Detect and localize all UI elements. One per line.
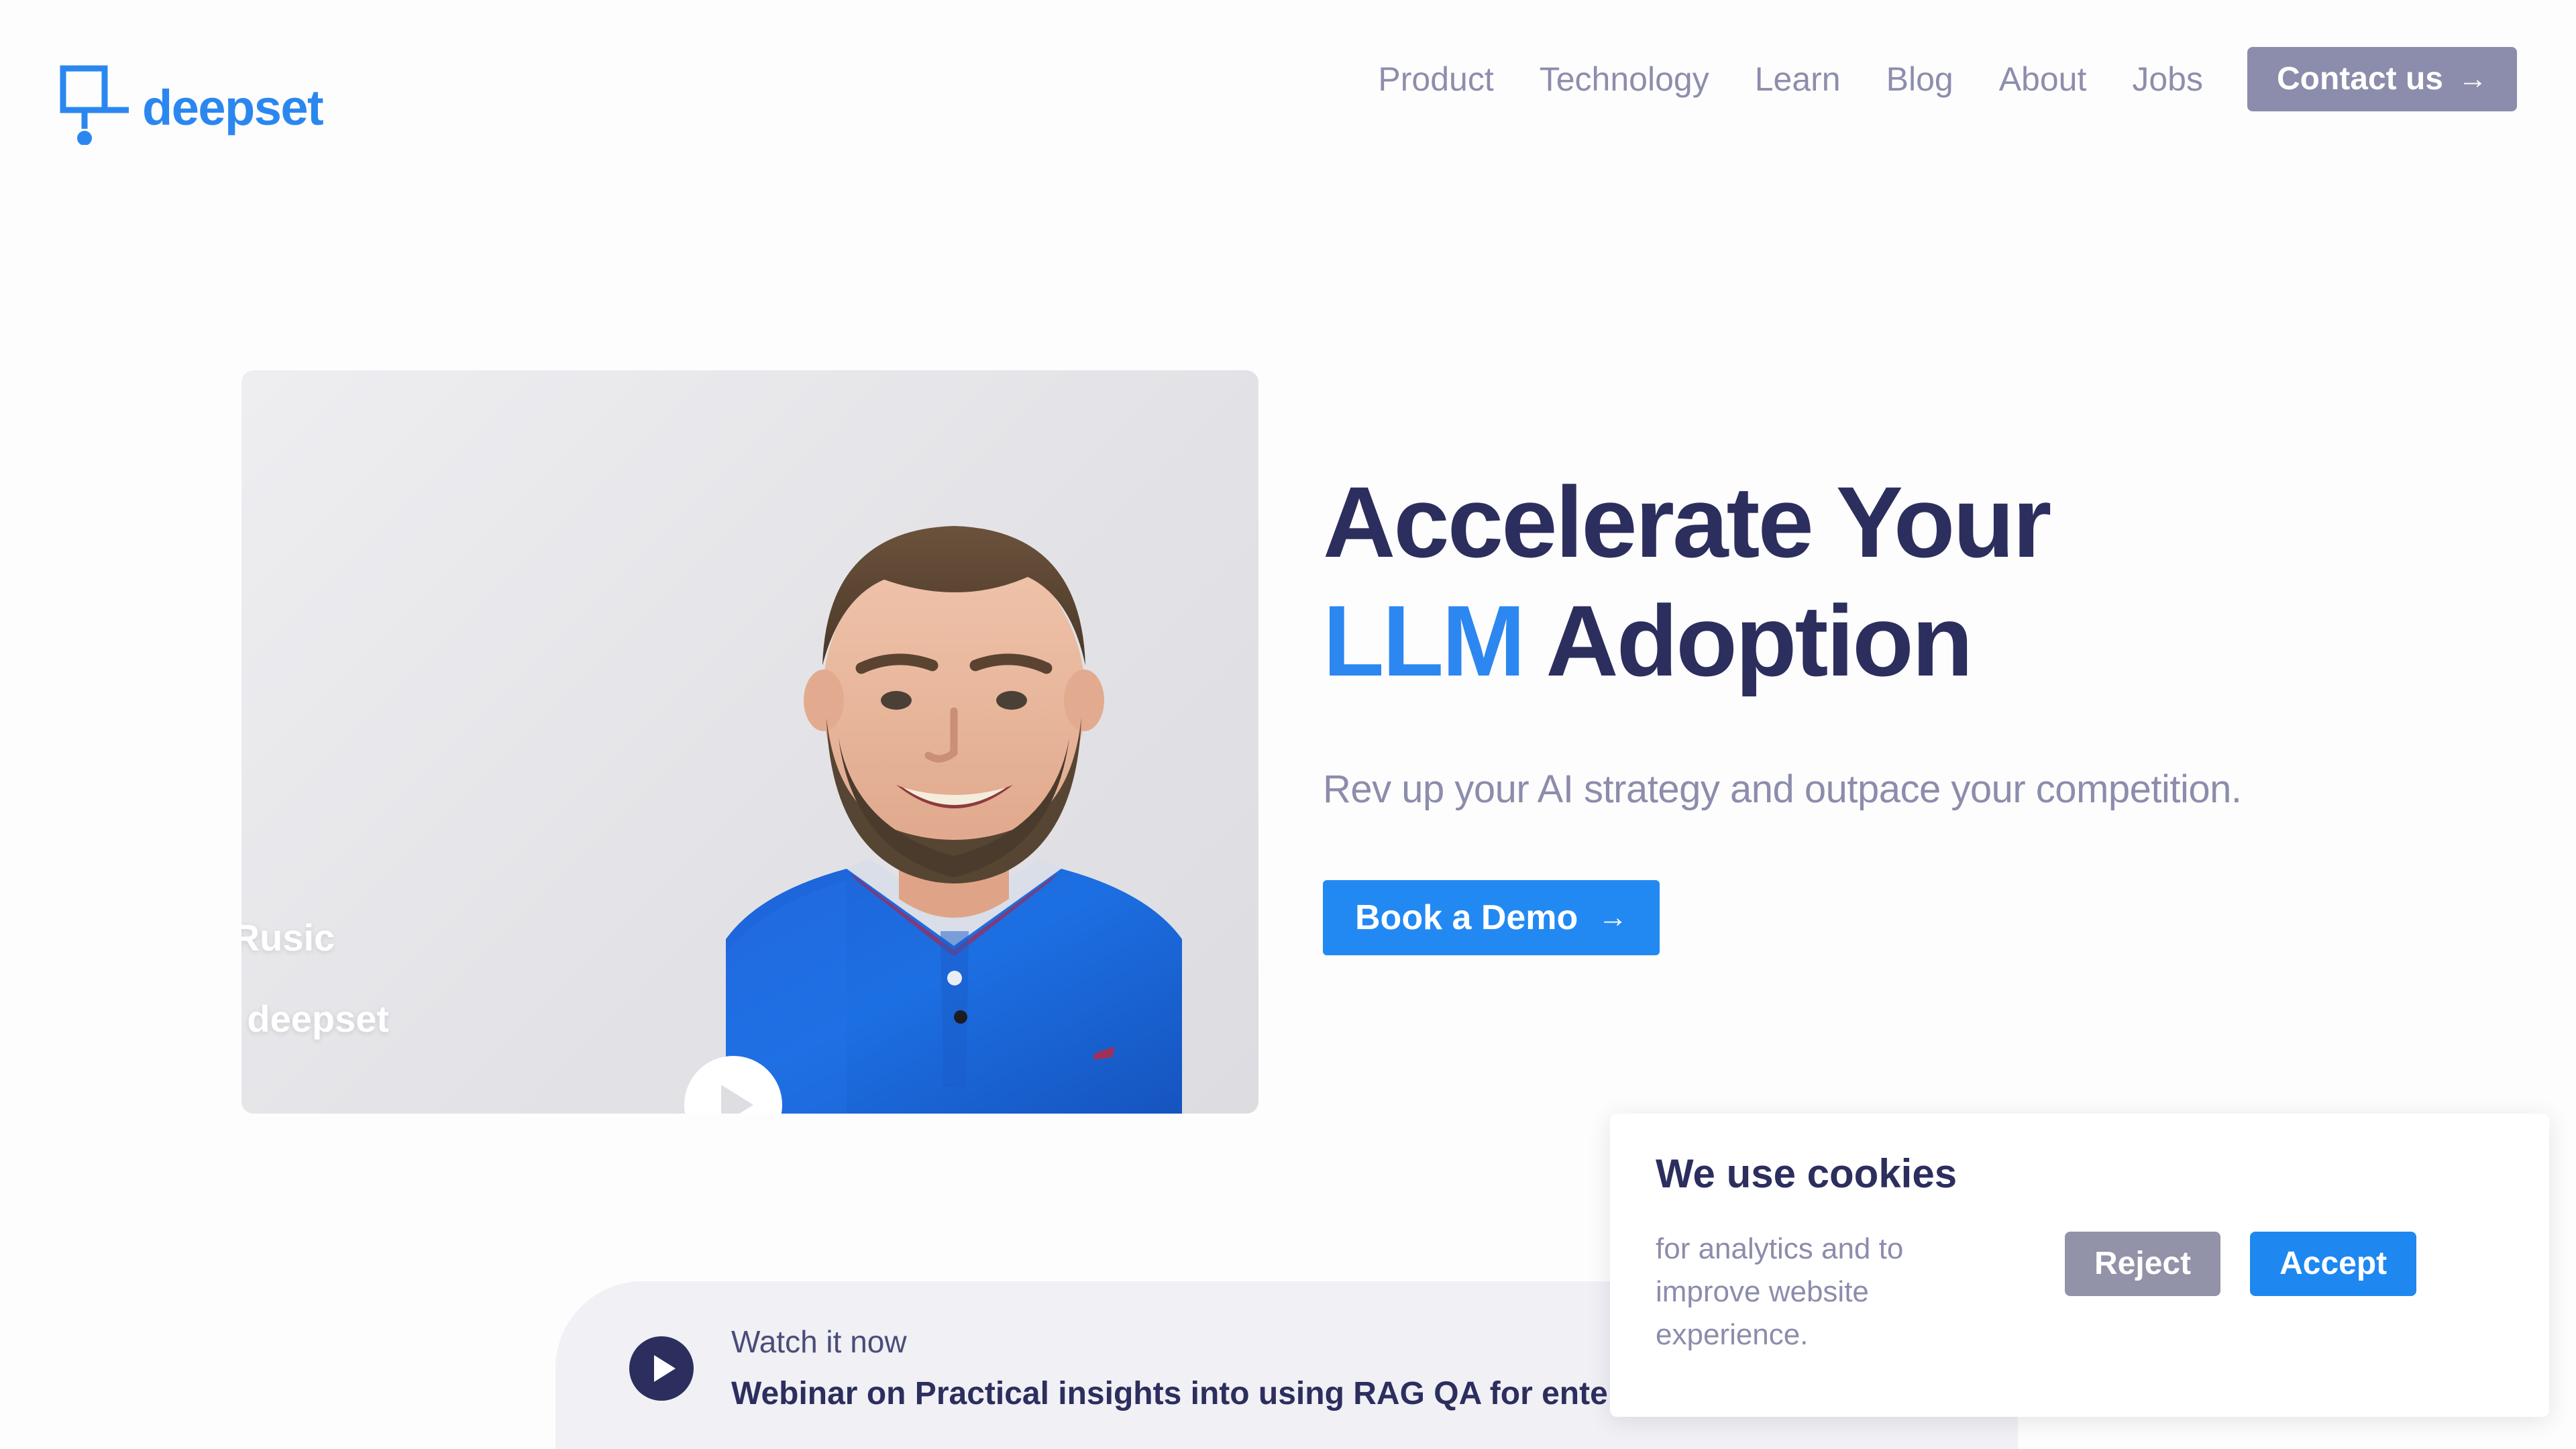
main-navigation: Product Technology Learn Blog About Jobs… <box>1355 47 2517 111</box>
speaker-portrait <box>726 526 1182 1114</box>
webinar-kicker: Watch it now <box>731 1324 907 1359</box>
landing-page: deepset Product Technology Learn Blog Ab… <box>0 0 2576 1449</box>
webinar-title: Webinar on Practical insights into using… <box>731 1375 1725 1411</box>
video-caption-role: of deepset <box>241 997 390 1040</box>
cookie-banner-actions: Reject Accept <box>2065 1232 2417 1296</box>
headline-accent-llm: LLM <box>1323 584 1525 697</box>
nav-item-about[interactable]: About <box>1976 62 2110 96</box>
play-icon <box>721 1085 753 1114</box>
hero-content: Accelerate Your LLM Adoption Rev up your… <box>1323 463 2396 956</box>
nav-item-jobs[interactable]: Jobs <box>2109 62 2226 96</box>
accept-cookies-button[interactable]: Accept <box>2250 1232 2417 1296</box>
hero-video-card[interactable]: s Rusic of deepset <box>241 370 1258 1114</box>
video-caption-name: s Rusic <box>241 916 335 959</box>
cookie-banner-row: for analytics and to improve website exp… <box>1656 1228 2504 1356</box>
arrow-right-icon: → <box>2458 62 2487 95</box>
arrow-right-icon: → <box>1598 901 1628 934</box>
webinar-play-button[interactable] <box>629 1336 694 1401</box>
nav-item-blog[interactable]: Blog <box>1864 62 1976 96</box>
logo-wordmark: deepset <box>142 80 324 136</box>
cookie-banner-body: for analytics and to improve website exp… <box>1656 1232 1904 1351</box>
hero-subtitle: Rev up your AI strategy and outpace your… <box>1323 767 2242 811</box>
contact-us-button[interactable]: Contact us → <box>2247 47 2517 111</box>
headline-line-1: Accelerate Your <box>1323 466 2051 578</box>
book-a-demo-label: Book a Demo <box>1355 898 1578 938</box>
cookie-banner-title: We use cookies <box>1656 1151 1957 1196</box>
site-header: deepset Product Technology Learn Blog Ab… <box>0 0 2576 188</box>
nav-item-technology[interactable]: Technology <box>1517 62 1732 96</box>
deepset-square-mark-icon <box>59 64 133 146</box>
logo[interactable]: deepset <box>59 64 324 146</box>
page-title: Accelerate Your LLM Adoption <box>1323 463 2396 700</box>
nav-item-product[interactable]: Product <box>1355 62 1516 96</box>
nav-item-learn[interactable]: Learn <box>1732 62 1864 96</box>
play-circle-icon <box>654 1355 676 1382</box>
headline-line-2: Adoption <box>1523 584 1973 697</box>
cookie-consent-banner: We use cookies for analytics and to impr… <box>1610 1114 2549 1417</box>
webinar-text: Watch it now Webinar on Practical insigh… <box>731 1322 1724 1415</box>
contact-us-label: Contact us <box>2276 61 2443 97</box>
video-caption: s Rusic of deepset <box>241 912 389 1044</box>
reject-cookies-button[interactable]: Reject <box>2065 1232 2221 1296</box>
book-a-demo-button[interactable]: Book a Demo → <box>1323 880 1660 956</box>
